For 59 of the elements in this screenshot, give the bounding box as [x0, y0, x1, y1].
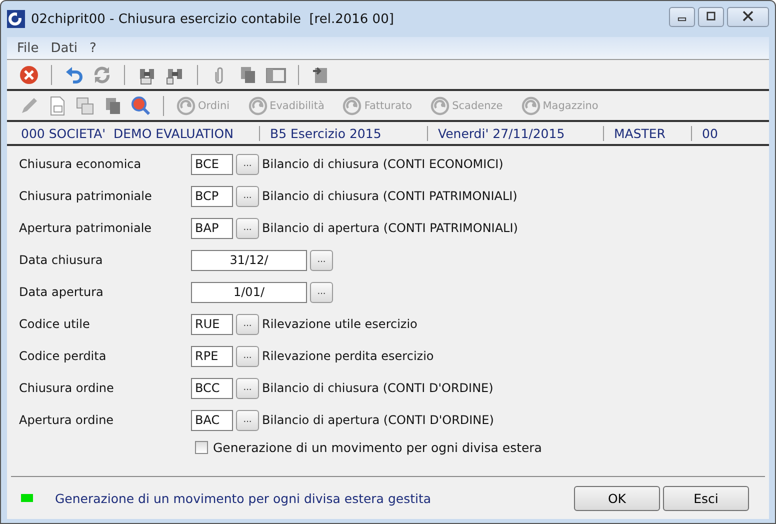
- copy-icon[interactable]: [103, 96, 123, 116]
- info-field: B5 Esercizio 2015: [259, 126, 427, 140]
- maximize-icon[interactable]: [698, 7, 724, 27]
- date-field[interactable]: 1/01/: [191, 282, 307, 302]
- info-field: 000 SOCIETA' DEMO EVALUATION: [11, 126, 259, 140]
- description-text: Bilancio di apertura (CONTI D'ORDINE): [262, 413, 494, 427]
- menu-item[interactable]: File: [17, 40, 39, 56]
- code-field[interactable]: BAP: [191, 218, 233, 238]
- refresh-icon[interactable]: [92, 64, 112, 84]
- code-field[interactable]: BAC: [191, 410, 233, 430]
- code-field[interactable]: BCC: [191, 378, 233, 398]
- lookup-button[interactable]: ...: [236, 154, 259, 174]
- date-picker-button[interactable]: ...: [310, 250, 333, 270]
- lookup-button[interactable]: ...: [236, 218, 259, 238]
- description-text: Rilevazione perdita esercizio: [262, 349, 434, 363]
- pencil-icon[interactable]: [19, 96, 39, 116]
- description-text: Bilancio di chiusura (CONTI PATRIMONIALI): [262, 189, 518, 203]
- lookup-button[interactable]: ...: [236, 186, 259, 206]
- documents-icon[interactable]: [75, 96, 95, 116]
- info-field: Venerdi' 27/11/2015: [427, 126, 603, 140]
- description-text: Bilancio di apertura (CONTI PATRIMONIALI): [262, 221, 518, 235]
- description-text: Bilancio di chiusura (CONTI ECONOMICI): [262, 157, 504, 171]
- menu-item[interactable]: ?: [89, 40, 96, 56]
- field-label: Apertura patrimoniale: [19, 221, 153, 235]
- field-label: Codice utile: [19, 317, 91, 331]
- checkbox[interactable]: [195, 441, 208, 454]
- copy-icon[interactable]: [238, 64, 258, 84]
- code-field[interactable]: RUE: [191, 314, 233, 334]
- code-field[interactable]: RPE: [191, 346, 233, 366]
- lookup-button[interactable]: ...: [236, 410, 259, 430]
- dialog-button[interactable]: Esci: [663, 486, 749, 510]
- info-field: MASTER: [603, 126, 691, 140]
- window-title: 02chiprit00 - Chiusura esercizio contabile [rel.2016 00]: [31, 12, 394, 26]
- code-field[interactable]: BCP: [191, 186, 233, 206]
- date-field[interactable]: 31/12/: [191, 250, 307, 270]
- undo-icon[interactable]: [64, 64, 84, 84]
- field-label: Data apertura: [19, 285, 104, 299]
- field-label: Data chiusura: [19, 253, 104, 267]
- dialog-button[interactable]: OK: [574, 486, 660, 510]
- menu-item[interactable]: Dati: [50, 40, 78, 56]
- lookup-button[interactable]: ...: [236, 378, 259, 398]
- magnifier-icon[interactable]: [131, 96, 151, 116]
- description-text: Rilevazione utile esercizio: [262, 317, 418, 331]
- field-label: Chiusura economica: [19, 157, 142, 171]
- description-text: Bilancio di chiusura (CONTI D'ORDINE): [262, 381, 494, 395]
- lookup-button[interactable]: ...: [236, 346, 259, 366]
- checkbox-label: Generazione di un movimento per ogni divisa estera: [213, 440, 542, 455]
- app-logo-icon: [7, 10, 25, 28]
- date-picker-button[interactable]: ...: [310, 282, 333, 302]
- field-label: Codice perdita: [19, 349, 108, 363]
- field-label: Chiusura patrimoniale: [19, 189, 153, 203]
- lookup-button[interactable]: ...: [236, 314, 259, 334]
- minimize-icon[interactable]: [669, 7, 695, 27]
- code-field[interactable]: BCE: [191, 154, 233, 174]
- field-label: Chiusura ordine: [19, 381, 115, 395]
- info-field: 00: [691, 126, 718, 140]
- field-label: Apertura ordine: [19, 413, 115, 427]
- status-message: Generazione di un movimento per ogni divisa estera gestita: [55, 490, 432, 506]
- close-icon[interactable]: [727, 7, 769, 27]
